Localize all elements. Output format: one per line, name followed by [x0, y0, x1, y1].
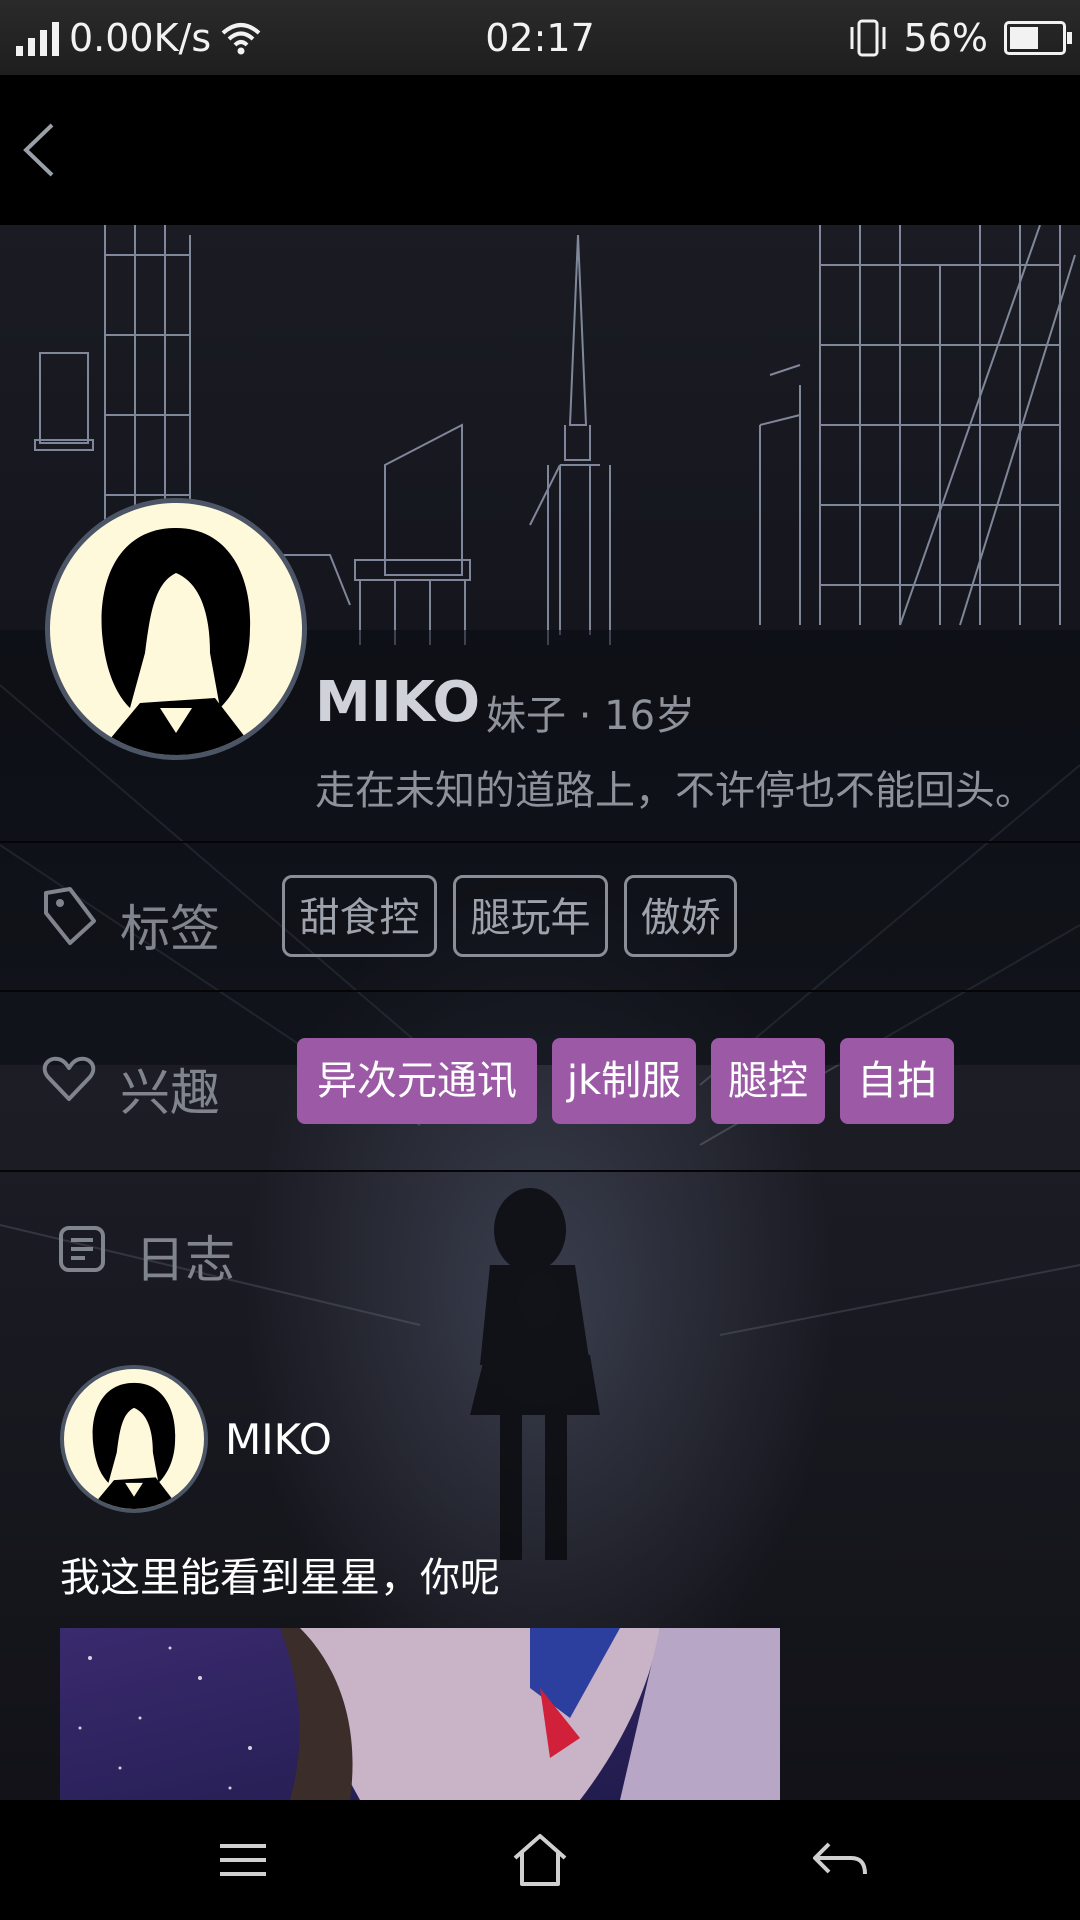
interests-label: 兴趣 — [120, 1064, 220, 1122]
tag-chip[interactable]: 傲娇 — [624, 875, 737, 957]
tag-chip[interactable]: 腿玩年 — [453, 875, 608, 957]
post-text: 我这里能看到星星，你呢 — [60, 1555, 500, 1601]
journal-label: 日志 — [135, 1231, 235, 1289]
tag-chip[interactable]: 甜食控 — [282, 875, 437, 957]
post-author-name[interactable]: MIKO — [225, 1415, 332, 1464]
tags-label: 标签 — [120, 900, 220, 958]
battery-level — [1010, 27, 1038, 49]
interest-chip[interactable]: jk制服 — [552, 1038, 696, 1124]
interest-chip[interactable]: 异次元通讯 — [297, 1038, 537, 1124]
journal-icon — [59, 1226, 105, 1272]
avatar[interactable] — [45, 498, 307, 760]
home-icon[interactable] — [505, 1828, 575, 1892]
profile-content[interactable]: MIKO 妹子 · 16岁 走在未知的道路上，不许停也不能回头。 标签 甜食控 … — [0, 225, 1080, 1800]
battery-percent: 56% — [903, 16, 988, 60]
interest-chip[interactable]: 自拍 — [840, 1038, 954, 1124]
vibrate-icon — [850, 19, 886, 57]
profile-bio: 走在未知的道路上，不许停也不能回头。 — [315, 768, 1035, 814]
title-bar — [0, 75, 1080, 225]
profile-name: MIKO — [315, 670, 481, 735]
battery-icon — [1004, 21, 1072, 55]
tag-icon — [44, 887, 96, 945]
status-right: 56% — [848, 16, 1072, 60]
navigation-bar — [0, 1800, 1080, 1920]
back-arrow-icon[interactable] — [10, 115, 80, 185]
heart-icon — [42, 1056, 96, 1101]
menu-icon[interactable] — [208, 1828, 278, 1892]
profile-meta: 妹子 · 16岁 — [486, 693, 696, 739]
divider — [0, 990, 1080, 992]
post-image[interactable] — [60, 1628, 780, 1800]
divider — [0, 1170, 1080, 1172]
status-bar: 0.00K/s 02:17 56% — [0, 0, 1080, 75]
return-icon[interactable] — [805, 1828, 875, 1892]
divider — [0, 841, 1080, 843]
post-author-avatar[interactable] — [60, 1365, 208, 1513]
interest-chip[interactable]: 腿控 — [711, 1038, 825, 1124]
